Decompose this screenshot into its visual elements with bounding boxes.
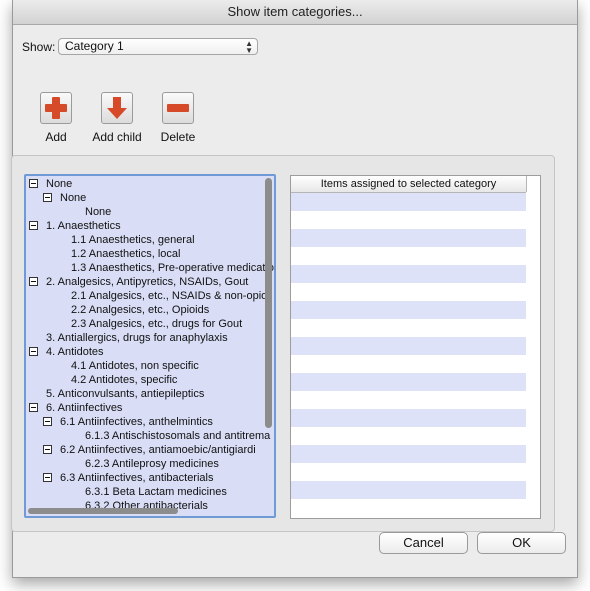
tree-item[interactable]: None <box>85 205 111 219</box>
minus-icon <box>167 104 189 112</box>
show-category-select[interactable]: Category 1 ▲ ▼ <box>58 38 258 55</box>
tree-item[interactable]: 4.2 Antidotes, specific <box>71 373 177 387</box>
tree-item[interactable]: 2.1 Analgesics, etc., NSAIDs & non-opioi <box>71 289 270 303</box>
tree-item[interactable]: 6.1.3 Antischistosomals and antitrema <box>85 429 270 443</box>
delete-button[interactable] <box>162 92 194 124</box>
tree-item[interactable]: 1.1 Anaesthetics, general <box>71 233 195 247</box>
table-row[interactable] <box>291 229 526 247</box>
tree-item[interactable]: 2.2 Analgesics, etc., Opioids <box>71 303 209 317</box>
tree-item[interactable]: 6.1 Antiinfectives, anthelmintics <box>60 415 213 429</box>
show-category-value: Category 1 <box>65 39 124 53</box>
table-row[interactable] <box>291 355 526 373</box>
tree-item[interactable]: None <box>46 177 72 191</box>
disclosure-toggle-icon[interactable] <box>29 221 38 230</box>
arrow-down-icon <box>107 97 127 119</box>
add-button[interactable] <box>40 92 72 124</box>
header-separator <box>526 176 527 192</box>
tree-item[interactable]: 6.3.1 Beta Lactam medicines <box>85 485 227 499</box>
updown-arrows-icon: ▲ ▼ <box>245 39 253 55</box>
window-title: Show item categories... <box>13 0 577 25</box>
tree-item[interactable]: None <box>60 191 86 205</box>
tree-item[interactable]: 3. Antiallergics, drugs for anaphylaxis <box>46 331 228 345</box>
category-tree[interactable]: None None None 1. Anaesthetics 1.1 Anaesthet… <box>24 174 276 518</box>
tree-item[interactable]: 1.2 Anaesthetics, local <box>71 247 180 261</box>
delete-label: Delete <box>160 130 196 144</box>
tree-item[interactable]: 6.2 Antiinfectives, antiamoebic/antigiar… <box>60 443 256 457</box>
tree-item[interactable]: 1.3 Anaesthetics, Pre-operative medicati… <box>71 261 274 275</box>
table-row[interactable] <box>291 463 526 481</box>
tree-vertical-scrollbar[interactable] <box>265 178 272 428</box>
cancel-button[interactable]: Cancel <box>379 532 468 554</box>
tree-item[interactable]: 4.1 Antidotes, non specific <box>71 359 199 373</box>
disclosure-toggle-icon[interactable] <box>29 347 38 356</box>
disclosure-toggle-icon[interactable] <box>29 277 38 286</box>
show-label: Show: <box>22 40 56 54</box>
table-row[interactable] <box>291 409 526 427</box>
table-row[interactable] <box>291 337 526 355</box>
items-table[interactable]: Items assigned to selected category <box>290 175 541 519</box>
tree-item[interactable]: 5. Anticonvulsants, antiepileptics <box>46 387 204 401</box>
table-row[interactable] <box>291 247 526 265</box>
table-row[interactable] <box>291 193 526 211</box>
tree-item[interactable]: 6.3 Antiinfectives, antibacterials <box>60 471 213 485</box>
disclosure-toggle-icon[interactable] <box>29 179 38 188</box>
tree-item[interactable]: 2.3 Analgesics, etc., drugs for Gout <box>71 317 242 331</box>
tree-item[interactable]: 6. Antiinfectives <box>46 401 122 415</box>
table-row[interactable] <box>291 319 526 337</box>
tree-item[interactable]: 1. Anaesthetics <box>46 219 121 233</box>
table-row[interactable] <box>291 301 526 319</box>
disclosure-toggle-icon[interactable] <box>43 445 52 454</box>
table-row[interactable] <box>291 283 526 301</box>
disclosure-toggle-icon[interactable] <box>43 193 52 202</box>
tree-item[interactable]: 2. Analgesics, Antipyretics, NSAIDs, Gou… <box>46 275 248 289</box>
table-row[interactable] <box>291 373 526 391</box>
table-row[interactable] <box>291 265 526 283</box>
tree-item[interactable]: 4. Antidotes <box>46 345 104 359</box>
disclosure-toggle-icon[interactable] <box>43 417 52 426</box>
table-row[interactable] <box>291 499 526 517</box>
tree-horizontal-scrollbar[interactable] <box>28 508 178 514</box>
table-row[interactable] <box>291 481 526 499</box>
disclosure-toggle-icon[interactable] <box>29 403 38 412</box>
table-row[interactable] <box>291 391 526 409</box>
disclosure-toggle-icon[interactable] <box>43 473 52 482</box>
tree-item[interactable]: 6.2.3 Antileprosy medicines <box>85 457 219 471</box>
plus-icon <box>45 97 67 119</box>
items-table-header[interactable]: Items assigned to selected category <box>291 176 526 193</box>
items-table-body <box>291 193 526 518</box>
table-row[interactable] <box>291 445 526 463</box>
table-row[interactable] <box>291 211 526 229</box>
add-child-button[interactable] <box>101 92 133 124</box>
table-row[interactable] <box>291 427 526 445</box>
ok-button[interactable]: OK <box>477 532 566 554</box>
